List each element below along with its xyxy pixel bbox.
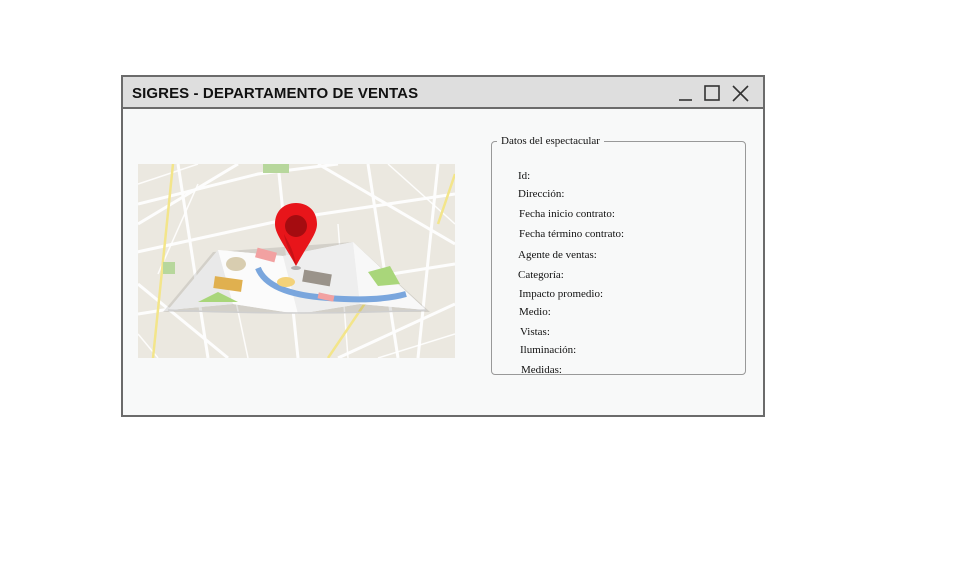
title-bar[interactable]: SIGRES - DEPARTAMENTO DE VENTAS [123,77,763,109]
close-button[interactable] [730,83,750,103]
maximize-button[interactable] [702,83,722,103]
field-fecha-termino-label: Fecha término contrato: [519,228,625,240]
map-illustration [138,164,455,358]
field-categoria-label: Categoría: [518,269,564,281]
billboard-details-group: Datos del espectacular Id: Dirección: Fe… [491,135,746,376]
map-image [138,164,455,358]
field-impacto-label: Impacto promedio: [519,288,604,300]
maximize-icon [704,85,720,101]
field-iluminacion-label: Iluminación: [520,344,577,356]
field-agente-label: Agente de ventas: [518,249,597,261]
close-icon [732,85,749,102]
field-id-label: Id: [518,170,531,182]
minimize-button[interactable] [674,83,694,103]
app-window: SIGRES - DEPARTAMENTO DE VENTAS Datos de… [121,75,765,417]
field-direccion-label: Dirección: [518,188,565,200]
window-title: SIGRES - DEPARTAMENTO DE VENTAS [132,85,419,102]
field-medidas-label: Medidas: [521,364,562,376]
details-legend: Datos del espectacular [501,135,600,147]
minimize-icon [679,99,692,101]
field-fecha-inicio-label: Fecha inicio contrato: [519,208,615,220]
field-medio-label: Medio: [519,306,551,318]
field-vistas-label: Vistas: [520,326,550,338]
